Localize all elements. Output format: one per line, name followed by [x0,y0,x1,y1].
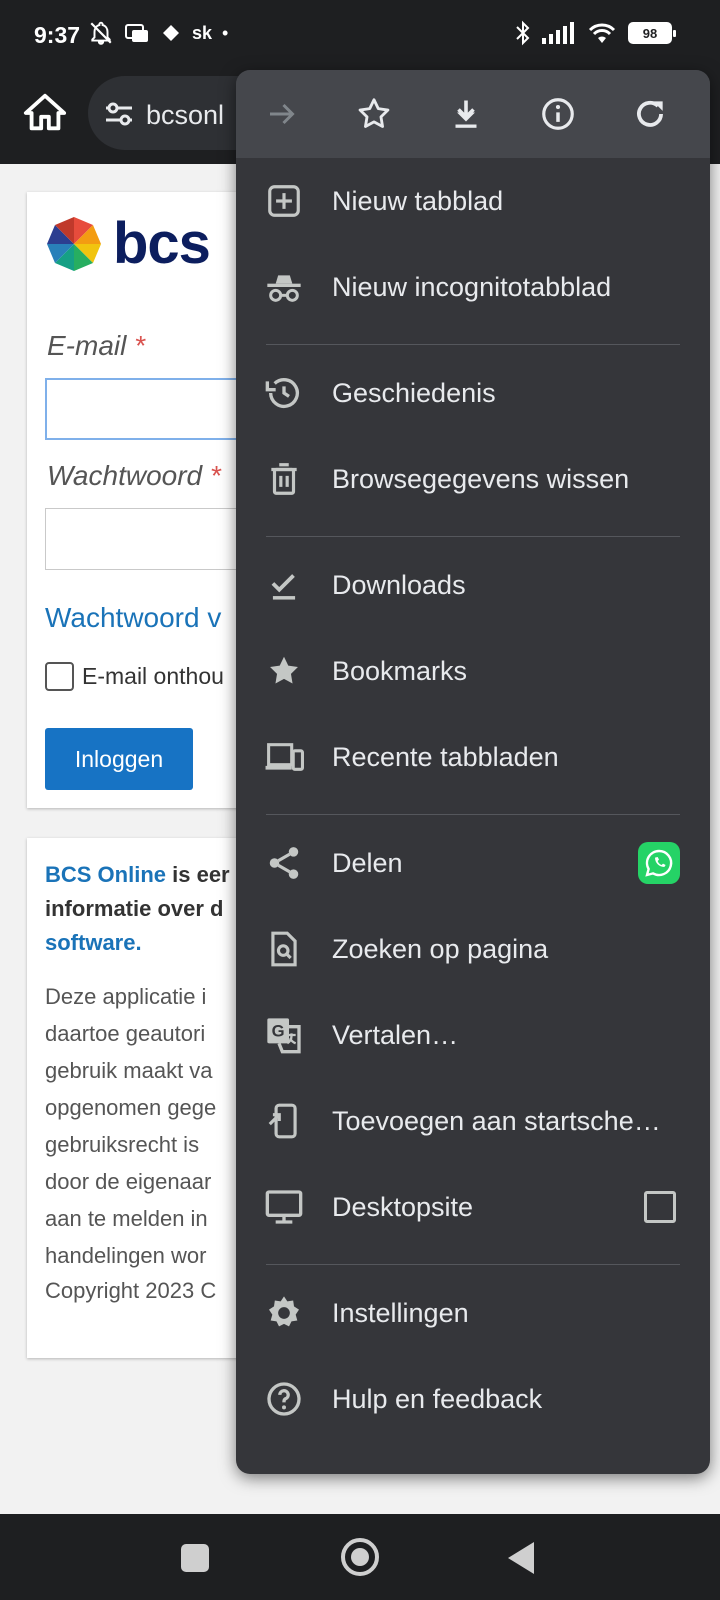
bookmark-button[interactable] [352,92,396,136]
url-text[interactable]: bcsonl [146,100,224,131]
app-notification-icon [163,25,179,41]
status-icons-right: 98 [514,20,676,46]
new-tab-icon [264,181,304,221]
remember-checkbox[interactable] [45,662,74,691]
menu-item-downloads[interactable]: Downloads [236,542,710,628]
bcs-logo: bcs [45,210,211,277]
remember-email[interactable]: E-mail onthou [45,662,224,691]
status-icons-left: sk • [88,20,228,46]
status-time: 9:37 [34,22,81,48]
status-bar: 9:37 sk • 98 [0,0,720,70]
menu-divider [266,1264,680,1265]
download-icon [455,100,477,128]
overflow-menu: Nieuw tabblad Nieuw incognitotabblad Ges… [236,70,710,1474]
battery-indicator: 98 [628,22,676,44]
whatsapp-icon [645,849,673,877]
remember-label: E-mail onthou [82,663,224,689]
settings-icon [264,1293,304,1333]
incognito-icon [264,267,304,307]
back-button[interactable] [508,1542,534,1574]
info-icon [542,98,574,130]
menu-item-recent-tabs[interactable]: Recente tabbladen [236,714,710,800]
downloads-icon [264,565,304,605]
menu-item-history[interactable]: Geschiedenis [236,350,710,436]
add-to-home-icon [264,1101,304,1141]
menu-item-help-feedback[interactable]: Hulp en feedback [236,1356,710,1442]
translate-icon: G [264,1015,304,1055]
recents-button[interactable] [181,1544,209,1572]
menu-item-settings[interactable]: Instellingen [236,1270,710,1356]
desktop-icon [264,1187,304,1227]
message-icon [125,24,148,42]
share-icon [264,843,304,883]
menu-item-clear-browsing-data[interactable]: Browsegegevens wissen [236,436,710,522]
email-label: E-mail * [47,330,146,361]
download-page-button[interactable] [444,92,488,136]
refresh-icon [637,100,663,127]
menu-divider [266,344,680,345]
trash-icon [264,459,304,499]
forward-icon [270,103,295,125]
home-nav-button[interactable] [341,1538,379,1576]
page-info-button[interactable] [536,92,580,136]
refresh-button[interactable] [628,92,672,136]
password-label: Wachtwoord * [47,460,221,491]
bcs-logo-icon [47,216,101,271]
system-nav-bar [0,1514,720,1600]
bookmarks-icon [264,651,304,691]
find-in-page-icon [264,929,304,969]
copyright: Copyright 2023 C [45,1278,217,1303]
site-settings-icon[interactable] [104,100,134,128]
menu-item-bookmarks[interactable]: Bookmarks [236,628,710,714]
menu-item-incognito[interactable]: Nieuw incognitotabblad [236,244,710,330]
menu-divider [266,814,680,815]
software-link[interactable]: software. [45,930,142,955]
menu-divider [266,536,680,537]
menu-action-bar [236,70,710,158]
wifi-icon [588,23,616,43]
status-sk: sk [192,22,213,43]
signal-icon [542,22,574,44]
desktop-site-checkbox[interactable] [644,1191,676,1223]
svg-text:G: G [272,1022,285,1041]
home-icon [23,93,67,131]
status-dot: • [222,22,229,43]
menu-item-find-in-page[interactable]: Zoeken op pagina [236,906,710,992]
menu-item-share[interactable]: Delen [236,820,710,906]
history-icon [264,373,304,413]
devices-icon [264,737,304,777]
whatsapp-share-button[interactable] [638,842,680,884]
bcs-online-link[interactable]: BCS Online [45,862,166,887]
logo-text: bcs [113,211,211,276]
login-button[interactable]: Inloggen [45,728,193,790]
forgot-password-link[interactable]: Wachtwoord v [45,602,221,634]
help-icon [264,1379,304,1419]
menu-item-new-tab[interactable]: Nieuw tabblad [236,158,710,244]
bell-off-icon [90,21,112,45]
menu-item-translate[interactable]: G Vertalen… [236,992,710,1078]
menu-item-add-to-home[interactable]: Toevoegen aan startsche… [236,1078,710,1164]
star-icon [358,98,390,128]
forward-button[interactable] [260,92,304,136]
bluetooth-icon [516,20,530,46]
menu-item-desktop-site[interactable]: Desktopsite [236,1164,710,1250]
home-button[interactable] [22,90,68,136]
